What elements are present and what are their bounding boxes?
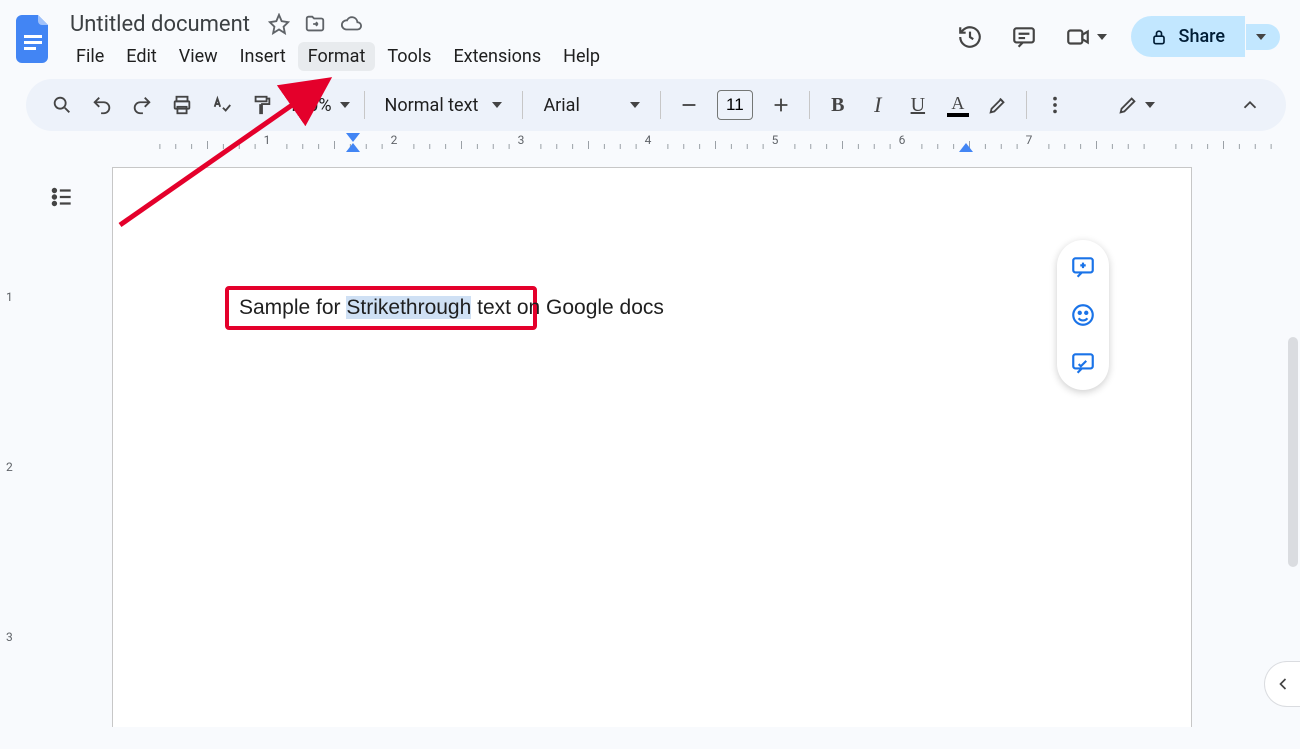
annotation-red-box: Sample for Strikethrough text on Google … — [225, 286, 537, 330]
menu-help[interactable]: Help — [553, 42, 610, 71]
menu-tools[interactable]: Tools — [377, 42, 441, 71]
right-indent-marker[interactable] — [959, 143, 973, 153]
left-indent-marker[interactable] — [346, 143, 360, 153]
comment-dock — [1057, 240, 1109, 390]
menu-file[interactable]: File — [66, 42, 114, 71]
vruler-number: 2 — [6, 460, 13, 474]
add-comment-icon[interactable] — [1068, 252, 1098, 282]
share-dropdown[interactable] — [1246, 24, 1280, 50]
vruler-number: 3 — [6, 630, 13, 644]
bold-button[interactable]: B — [820, 87, 856, 123]
font-size-input[interactable] — [717, 90, 753, 120]
zoom-value: 100% — [288, 95, 332, 116]
vertical-ruler[interactable]: 1 2 3 — [0, 157, 24, 717]
ruler-ticks — [112, 133, 1280, 153]
caret-down-icon — [630, 102, 640, 108]
paragraph-style-value: Normal text — [385, 95, 479, 116]
caret-down-icon — [1256, 34, 1266, 40]
ruler-number: 7 — [1026, 133, 1033, 147]
caret-down-icon — [1097, 34, 1107, 40]
ruler-number: 2 — [391, 133, 398, 147]
video-icon — [1063, 22, 1093, 52]
underline-button[interactable]: U — [900, 87, 936, 123]
separator — [809, 91, 810, 119]
redo-icon[interactable] — [124, 87, 160, 123]
zoom-dropdown[interactable]: 100% — [284, 95, 354, 116]
decrease-font-size-button[interactable] — [671, 87, 707, 123]
print-icon[interactable] — [164, 87, 200, 123]
history-icon[interactable] — [955, 22, 985, 52]
ruler-number: 3 — [518, 133, 525, 147]
separator — [660, 91, 661, 119]
text-color-button[interactable]: A — [940, 87, 976, 123]
menu-format[interactable]: Format — [298, 42, 376, 71]
docs-logo[interactable] — [14, 12, 54, 66]
vertical-scrollbar[interactable] — [1288, 337, 1298, 567]
document-text[interactable]: Sample for Strikethrough text on Google … — [239, 296, 664, 320]
text-color-swatch — [947, 113, 969, 117]
comments-icon[interactable] — [1009, 22, 1039, 52]
cloud-status-icon[interactable] — [340, 13, 362, 35]
menu-bar: File Edit View Insert Format Tools Exten… — [66, 42, 610, 71]
text-color-glyph: A — [951, 94, 964, 112]
menu-extensions[interactable]: Extensions — [443, 42, 551, 71]
paragraph-style-dropdown[interactable]: Normal text — [375, 95, 513, 116]
separator — [522, 91, 523, 119]
text-after: text on Google docs — [471, 296, 664, 319]
editing-mode-dropdown[interactable] — [1117, 94, 1155, 116]
caret-down-icon — [340, 102, 350, 108]
font-family-value: Arial — [543, 95, 579, 116]
move-icon[interactable] — [304, 13, 326, 35]
document-page[interactable]: Sample for Strikethrough text on Google … — [112, 167, 1192, 727]
search-icon[interactable] — [44, 87, 80, 123]
more-icon[interactable] — [1037, 87, 1073, 123]
text-selected: Strikethrough — [346, 296, 471, 319]
highlight-color-button[interactable] — [980, 87, 1016, 123]
undo-icon[interactable] — [84, 87, 120, 123]
text-before: Sample for — [239, 296, 346, 319]
italic-button[interactable]: I — [860, 87, 896, 123]
ruler-number: 4 — [645, 133, 652, 147]
ruler-number: 5 — [772, 133, 779, 147]
vruler-number: 1 — [6, 290, 13, 304]
horizontal-ruler[interactable]: 1 2 3 4 5 6 7 — [30, 133, 1300, 157]
increase-font-size-button[interactable] — [763, 87, 799, 123]
meet-button[interactable] — [1063, 22, 1107, 52]
ruler-number: 6 — [899, 133, 906, 147]
menu-view[interactable]: View — [169, 42, 228, 71]
document-outline-button[interactable] — [40, 175, 84, 219]
toolbar: 100% Normal text Arial B I U A — [26, 79, 1286, 131]
share-label: Share — [1179, 26, 1225, 47]
caret-down-icon — [1145, 102, 1155, 108]
separator — [364, 91, 365, 119]
emoji-reaction-icon[interactable] — [1068, 300, 1098, 330]
menu-insert[interactable]: Insert — [230, 42, 296, 71]
font-family-dropdown[interactable]: Arial — [533, 95, 649, 116]
menu-edit[interactable]: Edit — [116, 42, 166, 71]
caret-down-icon — [492, 102, 502, 108]
spellcheck-icon[interactable] — [204, 87, 240, 123]
collapse-toolbar-icon[interactable] — [1232, 87, 1268, 123]
separator — [1026, 91, 1027, 119]
side-panel-toggle[interactable] — [1264, 661, 1300, 707]
suggest-edits-icon[interactable] — [1068, 348, 1098, 378]
ruler-number: 1 — [264, 133, 271, 147]
document-title[interactable]: Untitled document — [66, 12, 254, 37]
first-line-indent-marker[interactable] — [346, 133, 360, 143]
star-icon[interactable] — [268, 13, 290, 35]
paint-format-icon[interactable] — [244, 87, 280, 123]
share-button[interactable]: Share — [1131, 16, 1245, 57]
